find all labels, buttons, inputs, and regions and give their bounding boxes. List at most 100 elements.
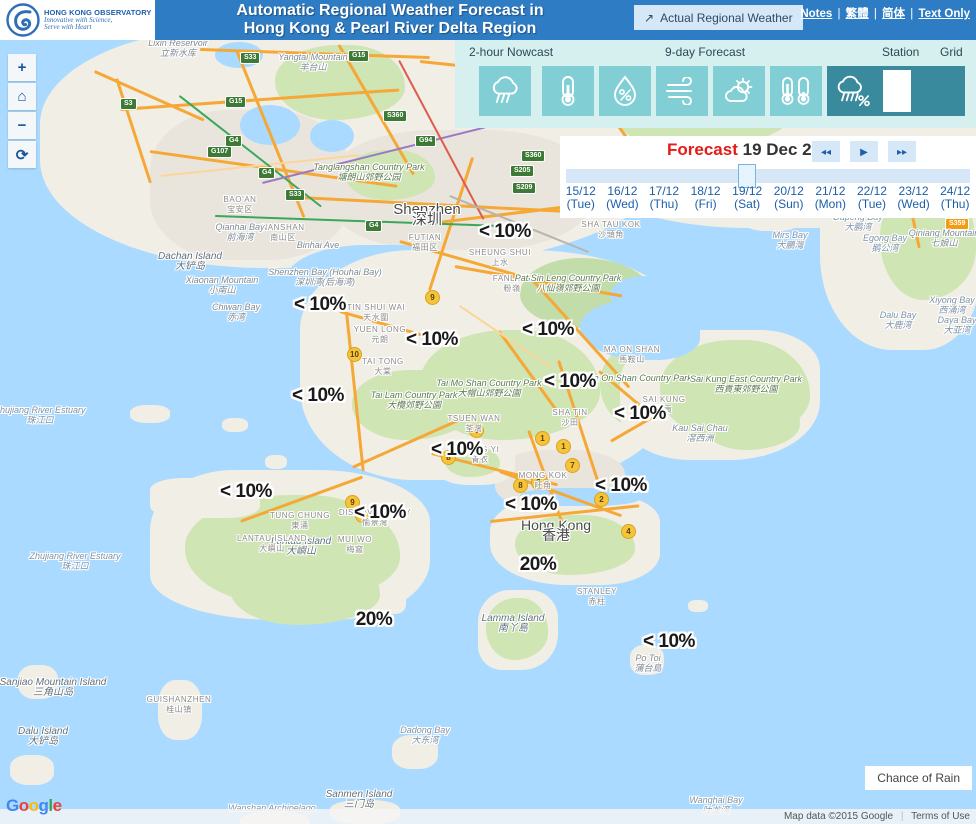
highway-shield: S205 <box>510 165 535 177</box>
date-slider-day-dow: (Thu) <box>940 197 970 211</box>
header-link-separator: | <box>907 8 917 20</box>
logo-tagline-2: Serve with Heart <box>44 22 92 31</box>
date-slider-day-16-12[interactable]: 16/12 (Wed) <box>602 185 644 211</box>
map-place-name-zh: 大铲岛 <box>28 736 58 747</box>
play-animation-button[interactable]: ▶ <box>850 141 878 162</box>
double-thermometer-icon <box>781 77 810 105</box>
grid-caption: Grid <box>940 45 963 59</box>
map-place-name-zh: 赤柱 <box>588 597 606 606</box>
highway-shield: S359 <box>945 218 970 230</box>
landmass-small-1 <box>130 405 170 423</box>
header-links[interactable]: Notes | 繁體 | 简体 | Text Only <box>800 5 970 21</box>
date-slider-day-dow: (Sun) <box>774 197 804 211</box>
date-slider-day-dow: (Thu) <box>649 197 679 211</box>
landmass-cheungchau <box>380 590 406 614</box>
landmass-dalu <box>10 755 54 785</box>
route-marker: 9 <box>345 495 360 510</box>
date-slider-day-18-12[interactable]: 18/12 (Fri) <box>685 185 727 211</box>
map-data-credit: Map data ©2015 Google <box>783 811 894 822</box>
wind-icon-button[interactable] <box>656 66 708 116</box>
thermometer-icon <box>561 76 575 106</box>
date-slider-day-23-12[interactable]: 23/12 (Wed) <box>893 185 935 211</box>
highway-shield: G4 <box>258 167 276 179</box>
route-marker: 9 <box>469 423 484 438</box>
google-logo-letter: G <box>6 796 19 815</box>
date-slider-day-20-12[interactable]: 20/12 (Sun) <box>768 185 810 211</box>
highway-shield: S360 <box>521 150 546 162</box>
previous-day-button[interactable]: ◂◂ <box>812 141 840 162</box>
home-button[interactable]: ⌂ <box>8 83 36 110</box>
route-marker: 9 <box>425 290 440 305</box>
highway-shield: G15 <box>348 50 370 62</box>
chance-of-rain-icon-button[interactable] <box>827 66 879 116</box>
reset-button[interactable]: ⟳ <box>8 141 36 168</box>
weather-forecast-icon-button[interactable] <box>713 66 765 116</box>
map-place-name: Chiwan Bay <box>211 302 261 312</box>
page-header: Hong Kong Observatory Innovative with Sc… <box>0 0 976 40</box>
highway-shield: S3 <box>120 98 137 110</box>
station-grid-toggle[interactable] <box>879 66 965 116</box>
station-mode-button[interactable] <box>883 70 911 112</box>
layer-icon-row[interactable] <box>455 66 879 116</box>
next-day-button[interactable]: ▸▸ <box>888 141 916 162</box>
route-marker: 1 <box>535 431 550 446</box>
date-slider-day-22-12[interactable]: 22/12 (Tue) <box>851 185 893 211</box>
map-place-label: Xiaonan Mountain 小南山 <box>186 275 259 295</box>
map-place-name: Zhujiang River Estuary <box>0 405 86 415</box>
external-link-icon: ↗ <box>644 10 655 25</box>
map-place-name-zh: 小南山 <box>208 285 236 295</box>
layer-toolbar[interactable]: 2-hour Nowcast 9-day Forecast Station Gr… <box>455 40 976 128</box>
map-place-name-zh: 大鵬灣 <box>776 240 804 250</box>
date-slider-day-dow: (Tue) <box>857 197 887 211</box>
date-slider-track[interactable] <box>566 169 970 183</box>
map-place-label: Chiwan Bay 赤湾 <box>212 302 260 322</box>
landmass-small-2 <box>222 418 248 432</box>
page-title: Automatic Regional Weather Forecast in H… <box>170 2 610 38</box>
map-place-label: Zhujiang River Estuary 珠江口 <box>0 405 86 425</box>
map-place-name-zh: 珠江口 <box>61 561 89 571</box>
date-slider-labels[interactable]: 15/12 (Tue) 16/12 (Wed) 17/12 (Thu) 18/12 (Fri)… <box>560 185 976 211</box>
header-link-简体[interactable]: 简体 <box>882 8 905 20</box>
date-slider-day-19-12[interactable]: 19/12 (Sat) <box>726 185 768 211</box>
highway-shield: G4 <box>365 220 383 232</box>
map-place-label: STANLEY 赤柱 <box>577 587 617 607</box>
hko-logo[interactable]: Hong Kong Observatory Innovative with Sc… <box>0 0 155 40</box>
forecast-date-title: Forecast 19 Dec 2015 <box>560 140 840 160</box>
header-link-notes[interactable]: Notes <box>800 8 832 20</box>
map-place-name: Dalu Island <box>17 726 69 737</box>
date-slider-day-21-12[interactable]: 21/12 (Mon) <box>810 185 852 211</box>
legend-chance-of-rain: Chance of Rain <box>865 766 972 790</box>
route-marker: 8 <box>441 450 456 465</box>
water-reservoir-3 <box>310 120 354 152</box>
green-lantau-south <box>230 555 380 625</box>
actual-regional-weather-button[interactable]: ↗ Actual Regional Weather <box>634 5 803 30</box>
zoom-out-button[interactable]: − <box>8 112 36 139</box>
header-link-separator: | <box>870 8 881 20</box>
humidity-icon-button[interactable] <box>599 66 651 116</box>
green-saikung-east-2 <box>700 390 800 450</box>
landmass-small-3 <box>265 455 287 469</box>
date-slider-day-dow: (Wed) <box>606 197 639 211</box>
header-link-text-only[interactable]: Text Only <box>918 8 970 20</box>
green-hk-island <box>515 515 635 575</box>
highway-shield: G107 <box>207 146 233 158</box>
min-max-temperature-icon-button[interactable] <box>770 66 822 116</box>
temperature-icon-button[interactable] <box>542 66 594 116</box>
landmass-hk-airport <box>150 478 260 518</box>
map-place-label: Dalu Island 大铲岛 <box>18 727 68 747</box>
green-lamma <box>486 598 548 660</box>
forecast-label: Forecast <box>667 140 738 159</box>
forecast-date-panel[interactable]: Forecast 19 Dec 2015 ◂◂ ▶ ▸▸ 15/12 (Tue) 1… <box>560 136 976 218</box>
sun-cloud-icon <box>725 77 753 102</box>
date-slider-day-24-12[interactable]: 24/12 (Thu) <box>934 185 976 211</box>
header-link-繁體[interactable]: 繁體 <box>846 8 869 20</box>
grid-mode-button[interactable] <box>911 66 965 116</box>
rain-cloud-icon-button[interactable] <box>479 66 531 116</box>
date-slider-day-15-12[interactable]: 15/12 (Tue) <box>560 185 602 211</box>
highway-shield: S33 <box>240 52 261 64</box>
date-slider-day-17-12[interactable]: 17/12 (Thu) <box>643 185 685 211</box>
terms-of-use-link[interactable]: Terms of Use <box>911 811 970 822</box>
highway-shield: S360 <box>383 110 408 122</box>
zoom-in-button[interactable]: + <box>8 54 36 81</box>
map-zoom-controls[interactable]: + ⌂ − ⟳ <box>8 54 36 170</box>
